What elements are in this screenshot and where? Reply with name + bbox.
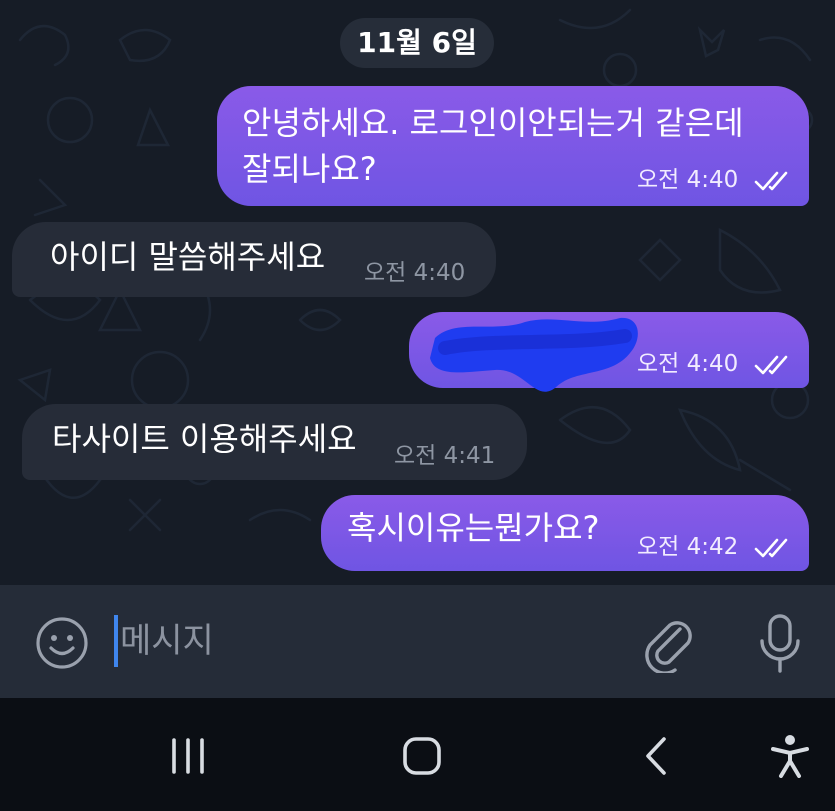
message-text-line: 혹시이유는뭔가요? [347, 509, 600, 547]
message-meta: 오전 4:41 [394, 442, 495, 470]
read-receipt-icon [754, 355, 787, 374]
message-text-line: 안녕하세요. 로그인이안되는거 같은데 [242, 104, 744, 142]
message-text-line: 아이디 말씀해주세요 [50, 238, 326, 276]
read-receipt-icon [754, 171, 787, 190]
text-cursor [114, 615, 118, 667]
emoji-icon[interactable] [34, 615, 90, 671]
accessibility-icon[interactable] [770, 734, 810, 778]
message-meta: 오전 4:42 [637, 533, 794, 561]
message-time: 오전 4:40 [637, 351, 739, 377]
message-time: 오전 4:40 [364, 260, 466, 286]
date-separator: 11월 6일 [340, 18, 494, 68]
message-input[interactable]: 메시지 [120, 619, 214, 663]
message-text-line: 잘되나요? [242, 150, 377, 188]
message-time: 오전 4:41 [394, 443, 496, 469]
message-meta: 오전 4:40 [364, 259, 465, 287]
microphone-icon[interactable] [756, 613, 804, 675]
message-meta: 오전 4:40 [637, 350, 794, 378]
outgoing-message-bubble[interactable]: 혹시이유는뭔가요? 오전 4:42 [321, 495, 809, 571]
message-text-line: 타사이트 이용해주세요 [52, 420, 357, 458]
incoming-message-bubble[interactable]: 아이디 말씀해주세요 오전 4:40 [12, 222, 496, 297]
redaction-scribble [430, 317, 638, 392]
attach-icon[interactable] [640, 613, 696, 673]
outgoing-message-bubble[interactable]: 안녕하세요. 로그인이안되는거 같은데 잘되나요? 오전 4:40 [217, 86, 809, 206]
message-time: 오전 4:42 [637, 534, 739, 560]
recent-apps-icon[interactable] [168, 736, 208, 776]
back-icon[interactable] [642, 736, 672, 776]
incoming-message-bubble[interactable]: 타사이트 이용해주세요 오전 4:41 [22, 404, 527, 480]
system-navigation-bar [0, 698, 835, 811]
read-receipt-icon [754, 538, 787, 557]
message-meta: 오전 4:40 [637, 166, 794, 194]
message-time: 오전 4:40 [637, 167, 739, 193]
message-composer: 메시지 [0, 585, 835, 698]
home-icon[interactable] [402, 736, 442, 776]
outgoing-message-bubble[interactable]: 오전 4:40 [409, 312, 809, 392]
